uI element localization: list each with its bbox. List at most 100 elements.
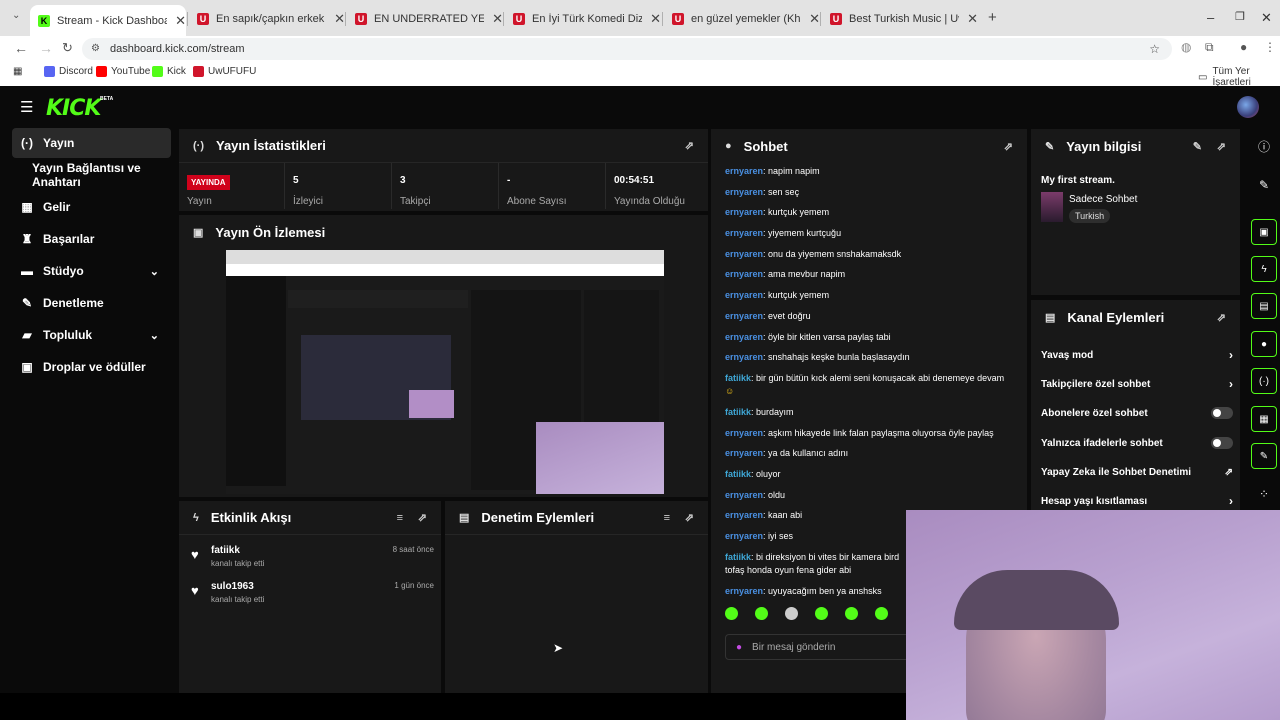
back-icon[interactable]: ← [14,40,28,56]
edit-icon[interactable]: ✎ [1193,140,1202,153]
chat-username[interactable]: fatiikk [725,407,751,417]
sidebar-item[interactable]: ▣ Droplar ve ödüller [12,352,171,382]
chat-username[interactable]: ernyaren [725,249,763,259]
lightning-icon[interactable]: ϟ [1251,256,1277,282]
chat-username[interactable]: ernyaren [725,490,763,500]
bookmark-item[interactable]: Discord [44,66,93,77]
popout-icon[interactable]: ⇗ [685,139,694,152]
more-icon[interactable]: ⁘ [1251,481,1277,507]
browser-tab[interactable]: U En İyi Türk Komedi Dizisi | UwUF ✕ [505,7,661,31]
all-bookmarks[interactable]: ▭ Tüm Yer İşaretleri [1198,66,1280,88]
tab-close-icon[interactable]: ✕ [334,11,345,27]
chat-username[interactable]: ernyaren [725,207,763,217]
tab-close-icon[interactable]: ✕ [492,11,503,27]
activity-user[interactable]: sulo1963 [211,581,254,592]
sidebar-item[interactable]: ▬ Stüdyo ⌄ [12,256,171,286]
sidebar-item[interactable]: ▰ Topluluk ⌄ [12,320,171,350]
channel-action-item[interactable]: Yapay Zeka ile Sohbet Denetimi ⇗ [1041,463,1233,481]
hamburger-menu-icon[interactable]: ☰ [20,98,33,116]
site-info-icon[interactable]: ⚙ [91,38,100,60]
emote-icon[interactable] [845,607,858,620]
browser-tab[interactable]: U EN UNDERRATED YEMEK | UwUFU ✕ [347,7,503,31]
browser-tab[interactable]: U Best Turkish Music | UwUFUFU ✕ [822,7,978,31]
popout-icon[interactable]: ⇗ [418,511,427,524]
chat-username[interactable]: ernyaren [725,448,763,458]
info-icon[interactable]: ⓘ [1251,133,1277,159]
chat-username[interactable]: ernyaren [725,586,763,596]
tab-close-icon[interactable]: ✕ [175,13,186,29]
channel-action-item[interactable]: Abonelere özel sohbet [1041,404,1233,422]
edit-icon[interactable]: ✎ [1251,172,1277,198]
tab-search-icon[interactable]: ⌄ [12,10,20,21]
chat-username[interactable]: ernyaren [725,352,763,362]
filter-icon[interactable]: ≡ [397,512,403,524]
toggle-switch[interactable] [1211,437,1233,449]
restore-icon[interactable]: ❐ [1235,10,1245,23]
sidebar-item[interactable]: ♜ Başarılar [12,224,171,254]
chat-username[interactable]: ernyaren [725,510,763,520]
chat-username[interactable]: fatiikk [725,552,751,562]
chat-username[interactable]: fatiikk [725,469,751,479]
bookmark-star-icon[interactable]: ☆ [1149,38,1160,60]
emote-icon[interactable] [815,607,828,620]
sidebar-item[interactable]: Yayın Bağlantısı ve Anahtarı [12,160,171,190]
sidebar-item[interactable]: (·) Yayın [12,128,171,158]
extension-icon[interactable]: ◍ [1181,40,1191,54]
channel-action-item[interactable]: Yavaş mod › [1041,346,1233,364]
chat-username[interactable]: ernyaren [725,187,763,197]
channel-action-item[interactable]: Hesap yaşı kısıtlaması › [1041,492,1233,510]
chat-username[interactable]: ernyaren [725,228,763,238]
stream-preview-video[interactable] [226,250,664,494]
microphone-icon[interactable]: ● [736,642,742,653]
screen-capture-icon[interactable]: ▣ [1251,219,1277,245]
tab-close-icon[interactable]: ✕ [809,11,820,27]
chat-username[interactable]: ernyaren [725,269,763,279]
emote-icon[interactable] [755,607,768,620]
tab-close-icon[interactable]: ✕ [650,11,661,27]
toggle-switch[interactable] [1211,407,1233,419]
bookmark-item[interactable]: Kick [152,66,186,77]
activity-user[interactable]: fatiikk [211,545,240,556]
popout-icon[interactable]: ⇗ [1004,140,1013,153]
chat-username[interactable]: ernyaren [725,290,763,300]
layout-icon[interactable]: ▦ [1251,406,1277,432]
extensions-puzzle-icon[interactable]: ⧉ [1205,40,1214,55]
filter-icon[interactable]: ≡ [664,512,670,524]
new-tab-button[interactable]: + [988,9,997,26]
sidebar-item[interactable]: ✎ Denetleme [12,288,171,318]
chat-username[interactable]: ernyaren [725,311,763,321]
profile-icon[interactable]: ● [1240,40,1247,54]
kick-logo[interactable]: KICK [46,96,101,121]
chat-username[interactable]: ernyaren [725,166,763,176]
browser-menu-icon[interactable]: ⋮ [1264,40,1276,54]
browser-tab[interactable]: U En sapık/çapkın erkek ünlü | UwU ✕ [189,7,345,31]
popout-icon[interactable]: ⇗ [1217,140,1226,153]
emote-icon[interactable] [725,607,738,620]
chat-username[interactable]: ernyaren [725,332,763,342]
category-name[interactable]: Sadece Sohbet [1069,194,1137,205]
chat-username[interactable]: fatiikk [725,373,751,383]
channel-action-item[interactable]: Takipçilere özel sohbet › [1041,375,1233,393]
broadcast-icon[interactable]: (·) [1251,368,1277,394]
channel-action-item[interactable]: Yalnızca ifadelerle sohbet [1041,434,1233,452]
chat-username[interactable]: ernyaren [725,531,763,541]
forward-icon[interactable]: → [39,40,53,56]
tab-close-icon[interactable]: ✕ [967,11,978,27]
chat-bubble-icon[interactable]: ● [1251,331,1277,357]
close-window-icon[interactable]: ✕ [1261,10,1272,26]
emote-icon[interactable] [875,607,888,620]
wrench-icon[interactable]: ✎ [1251,443,1277,469]
browser-tab[interactable]: K Stream - Kick Dashboard ✕ [30,5,186,36]
reload-icon[interactable]: ↻ [62,40,73,56]
apps-grid-icon[interactable]: ▦ [13,66,22,77]
bookmark-item[interactable]: YouTube [96,66,150,77]
bookmark-item[interactable]: UwUFUFU [193,66,256,77]
sidebar-item[interactable]: ▦ Gelir [12,192,171,222]
popout-icon[interactable]: ⇗ [685,511,694,524]
url-field[interactable]: ⚙ dashboard.kick.com/stream ☆ [82,38,1172,60]
popout-icon[interactable]: ⇗ [1217,311,1226,324]
emote-icon[interactable] [785,607,798,620]
chat-username[interactable]: ernyaren [725,428,763,438]
minimize-icon[interactable]: – [1207,10,1214,25]
user-avatar[interactable] [1237,96,1259,118]
